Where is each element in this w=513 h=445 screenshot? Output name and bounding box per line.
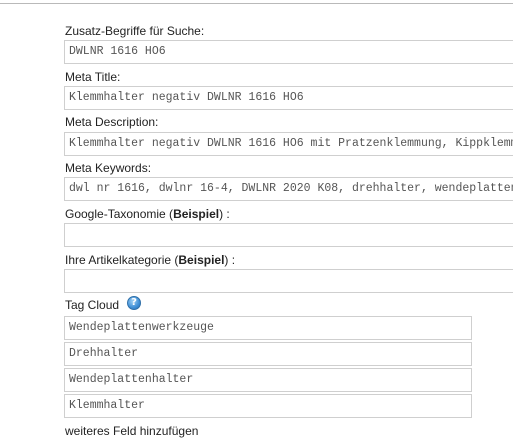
add-field-link[interactable]: weiteres Feld hinzufügen	[65, 424, 198, 438]
tag-input[interactable]: Drehhalter	[64, 342, 472, 366]
artikel-kategorie-input[interactable]	[64, 269, 513, 293]
tag-input[interactable]: Wendeplattenhalter	[64, 368, 472, 392]
tag-input[interactable]: Wendeplattenwerkzeuge	[64, 316, 472, 340]
top-divider	[0, 3, 513, 4]
google-taxonomy-example-link[interactable]: Beispiel	[173, 207, 219, 221]
meta-keywords-input[interactable]: dwl nr 1616, dwlnr 16-4, DWLNR 2020 K08,…	[64, 177, 513, 201]
artikel-kategorie-label: Ihre Artikelkategorie (Beispiel) :	[65, 253, 236, 267]
tag-cloud-label: Tag Cloud	[65, 298, 120, 312]
google-taxonomy-input[interactable]	[64, 223, 513, 247]
meta-title-label: Meta Title:	[65, 70, 121, 84]
meta-description-label: Meta Description:	[65, 115, 159, 129]
meta-description-input[interactable]: Klemmhalter negativ DWLNR 1616 HO6 mit P…	[64, 132, 513, 156]
artikel-kategorie-example-link[interactable]: Beispiel	[178, 253, 224, 267]
google-taxonomy-label: Google-Taxonomie (Beispiel) :	[65, 207, 230, 221]
tag-input[interactable]: Klemmhalter	[64, 394, 472, 418]
meta-keywords-label: Meta Keywords:	[65, 161, 152, 175]
question-mark-icon[interactable]: ?	[127, 296, 141, 310]
zusatz-label: Zusatz-Begriffe für Suche:	[65, 24, 205, 38]
zusatz-input[interactable]: DWLNR 1616 HO6	[64, 40, 513, 64]
meta-title-input[interactable]: Klemmhalter negativ DWLNR 1616 HO6	[64, 86, 513, 110]
